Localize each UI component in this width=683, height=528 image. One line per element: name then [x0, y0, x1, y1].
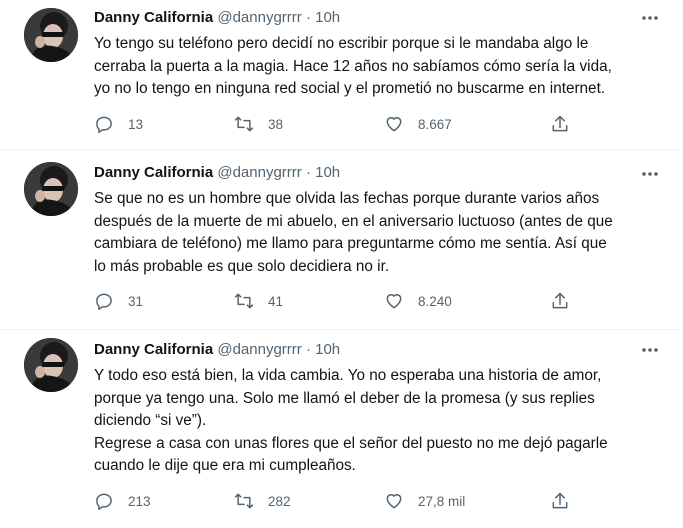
reply-button[interactable]: 213 [94, 489, 151, 513]
more-icon[interactable] [641, 10, 659, 26]
author-name[interactable]: Danny California [94, 9, 213, 26]
tweet-header: Danny California @dannygrrrr · 10h [94, 340, 340, 360]
like-button[interactable]: 8.667 [384, 112, 452, 136]
author-name[interactable]: Danny California [94, 164, 213, 181]
retweet-button[interactable]: 282 [234, 489, 291, 513]
share-icon [552, 492, 568, 509]
share-button[interactable] [550, 489, 584, 513]
reply-icon [96, 116, 112, 134]
like-button[interactable]: 8.240 [384, 289, 452, 313]
reply-count: 13 [128, 116, 144, 132]
retweet-count: 41 [268, 293, 284, 309]
tweet-text: Yo tengo su teléfono pero decidí no escr… [94, 35, 612, 97]
avatar[interactable] [24, 162, 78, 216]
share-icon [552, 115, 568, 132]
share-icon [552, 292, 568, 309]
tweet-text: Se que no es un hombre que olvida las fe… [94, 190, 613, 275]
reply-icon [96, 493, 112, 511]
tweet-header: Danny California @dannygrrrr · 10h [94, 163, 340, 183]
tweet-actions: 213 282 27,8 mil [94, 489, 594, 513]
tweet[interactable]: Danny California @dannygrrrr · 10h Y tod… [0, 330, 683, 528]
avatar[interactable] [24, 338, 78, 392]
tweet-time[interactable]: 10h [315, 9, 340, 26]
tweet[interactable]: Danny California @dannygrrrr · 10h Yo te… [0, 0, 683, 150]
more-icon[interactable] [641, 342, 659, 358]
reply-icon [96, 293, 112, 311]
reply-button[interactable]: 31 [94, 289, 143, 313]
heart-icon [386, 494, 402, 509]
like-count: 8.240 [418, 293, 452, 309]
tweet-thread: Danny California @dannygrrrr · 10h Yo te… [0, 0, 683, 528]
heart-icon [386, 117, 402, 132]
reply-count: 31 [128, 293, 144, 309]
tweet-text: Y todo eso está bien, la vida cambia. Yo… [94, 367, 608, 474]
separator-dot: · [305, 164, 311, 181]
tweet-actions: 13 38 8.667 [94, 112, 594, 136]
more-icon[interactable] [641, 166, 659, 182]
like-button[interactable]: 27,8 mil [384, 489, 465, 513]
tweet-time[interactable]: 10h [315, 164, 340, 181]
retweet-icon [234, 493, 254, 509]
author-handle[interactable]: @dannygrrrr [217, 341, 301, 358]
tweet[interactable]: Danny California @dannygrrrr · 10h Se qu… [0, 150, 683, 330]
retweet-button[interactable]: 41 [234, 289, 283, 313]
reply-button[interactable]: 13 [94, 112, 143, 136]
retweet-count: 282 [268, 493, 291, 509]
retweet-icon [234, 116, 254, 132]
author-handle[interactable]: @dannygrrrr [217, 164, 301, 181]
tweet-time[interactable]: 10h [315, 341, 340, 358]
share-button[interactable] [550, 112, 584, 136]
retweet-icon [234, 293, 254, 309]
avatar[interactable] [24, 8, 78, 62]
share-button[interactable] [550, 289, 584, 313]
tweet-header: Danny California @dannygrrrr · 10h [94, 8, 340, 28]
author-name[interactable]: Danny California [94, 341, 213, 358]
heart-icon [386, 294, 402, 309]
retweet-button[interactable]: 38 [234, 112, 283, 136]
separator-dot: · [305, 9, 311, 26]
like-count: 27,8 mil [418, 493, 466, 509]
retweet-count: 38 [268, 116, 284, 132]
separator-dot: · [305, 341, 311, 358]
like-count: 8.667 [418, 116, 452, 132]
reply-count: 213 [128, 493, 151, 509]
tweet-actions: 31 41 8.240 [94, 289, 594, 313]
author-handle[interactable]: @dannygrrrr [217, 9, 301, 26]
